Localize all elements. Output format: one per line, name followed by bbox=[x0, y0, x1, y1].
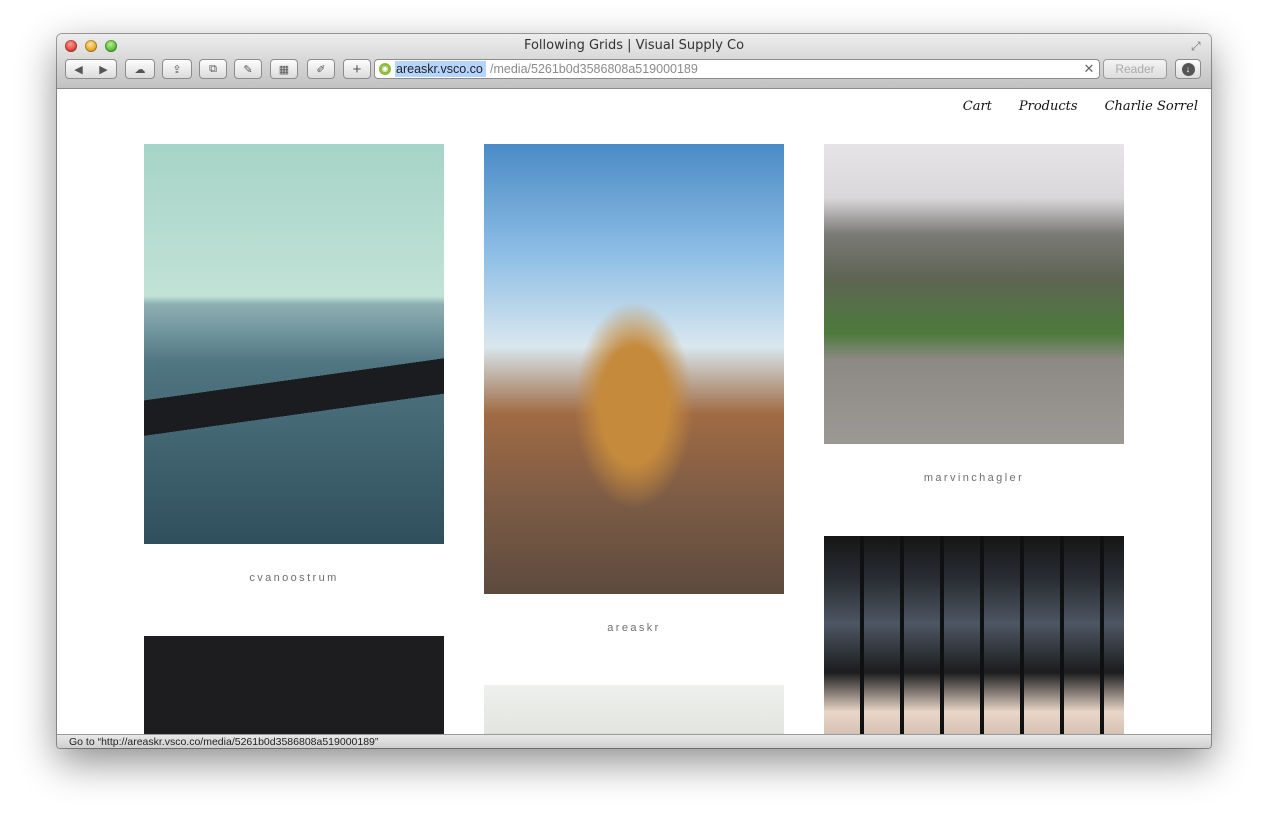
extension-grid-button[interactable]: ▦ bbox=[270, 59, 298, 79]
back-forward-control: ◀ ▶ bbox=[65, 59, 117, 79]
address-host[interactable]: areaskr.vsco.co bbox=[395, 61, 486, 77]
extension-pin-button[interactable]: ✎ bbox=[234, 59, 262, 79]
extension-edit-button[interactable]: ✐ bbox=[307, 59, 335, 79]
nav-products-link[interactable]: Products bbox=[1019, 99, 1078, 114]
page-content: Cart Products Charlie Sorrel cvanoostrum… bbox=[57, 89, 1211, 734]
add-bookmark-button[interactable]: + bbox=[343, 59, 371, 79]
browser-window: Following Grids | Visual Supply Co ⤢ ◀ ▶… bbox=[57, 34, 1211, 748]
cloud-icon: ☁ bbox=[134, 63, 146, 76]
tabs-icon: ⧉ bbox=[209, 62, 217, 75]
grid-image-venice[interactable] bbox=[144, 144, 444, 544]
icloud-tabs-button[interactable]: ☁ bbox=[125, 59, 155, 79]
title-bar: Following Grids | Visual Supply Co ⤢ ◀ ▶… bbox=[57, 34, 1211, 89]
status-bar: Go to “http://areaskr.vsco.co/media/5261… bbox=[57, 734, 1211, 748]
grid-image-windows[interactable] bbox=[824, 536, 1124, 734]
back-icon[interactable]: ◀ bbox=[66, 63, 91, 76]
nav-cart-link[interactable]: Cart bbox=[963, 99, 992, 114]
window-title: Following Grids | Visual Supply Co bbox=[523, 38, 745, 53]
share-icon: ⇪ bbox=[172, 63, 182, 76]
grid-caption[interactable]: marvinchagler bbox=[824, 472, 1124, 484]
show-all-tabs-button[interactable]: ⧉ bbox=[199, 59, 227, 79]
grid-image-crowd[interactable] bbox=[484, 685, 784, 734]
grid-caption[interactable]: areaskr bbox=[484, 622, 784, 634]
grid-icon: ▦ bbox=[278, 63, 290, 76]
clear-address-icon[interactable]: ✕ bbox=[1081, 60, 1097, 78]
grid-image-dark[interactable] bbox=[144, 636, 444, 734]
edit-icon: ✐ bbox=[316, 63, 326, 76]
address-bar[interactable]: ◉ areaskr.vsco.co /media/5261b0d3586808a… bbox=[374, 59, 1100, 79]
share-button[interactable]: ⇪ bbox=[162, 59, 192, 79]
plus-icon: + bbox=[352, 60, 362, 78]
download-icon: ↓ bbox=[1181, 62, 1195, 76]
grid-image-carousel[interactable] bbox=[484, 144, 784, 594]
fullscreen-icon[interactable]: ⤢ bbox=[1191, 39, 1205, 53]
site-favicon: ◉ bbox=[379, 63, 391, 75]
site-nav: Cart Products Charlie Sorrel bbox=[963, 99, 1198, 114]
forward-icon[interactable]: ▶ bbox=[91, 63, 116, 76]
reader-button[interactable]: Reader bbox=[1103, 59, 1167, 79]
downloads-button[interactable]: ↓ bbox=[1175, 59, 1201, 79]
grid-image-mountain[interactable] bbox=[824, 144, 1124, 444]
pin-icon: ✎ bbox=[243, 63, 253, 76]
nav-account-link[interactable]: Charlie Sorrel bbox=[1105, 99, 1198, 114]
address-path[interactable]: /media/5261b0d3586808a519000189 bbox=[490, 61, 698, 77]
grid-caption[interactable]: cvanoostrum bbox=[144, 572, 444, 584]
